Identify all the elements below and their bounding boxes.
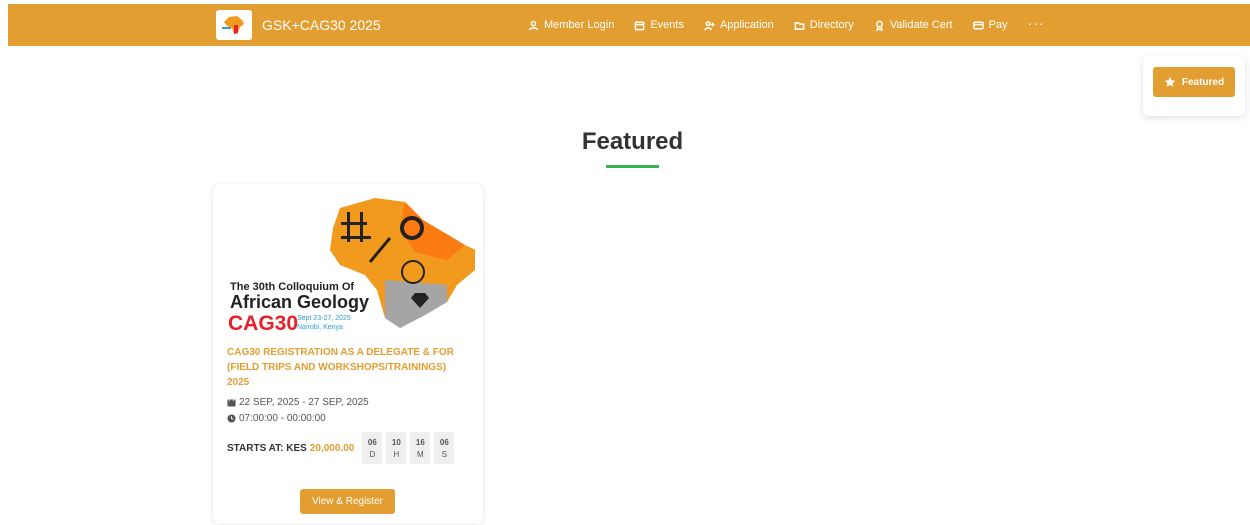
event-date: 22 SEP, 2025 - 27 SEP, 2025	[227, 397, 369, 408]
nav-events[interactable]: Events	[634, 19, 684, 31]
africa-logo-icon	[222, 16, 244, 34]
nav-member-login[interactable]: Member Login	[528, 19, 614, 31]
poster-location: Nairobi, Kenya	[297, 324, 343, 331]
countdown-seconds: 06 S	[434, 432, 455, 464]
nav-events-label: Events	[650, 19, 684, 31]
nav-directory[interactable]: Directory	[794, 19, 854, 31]
price-value: 20,000.00	[309, 442, 355, 454]
user-icon	[528, 20, 539, 30]
countdown-seconds-value: 06	[439, 437, 449, 447]
featured-float-panel: Featured	[1143, 56, 1245, 116]
clock-icon	[227, 414, 236, 423]
africa-map-south	[385, 280, 447, 328]
star-icon	[1164, 76, 1176, 87]
countdown-days-value: 06	[367, 437, 377, 447]
event-title[interactable]: CAG30 REGISTRATION AS A DELEGATE & FOR (…	[227, 345, 467, 390]
brand-logo[interactable]	[216, 10, 252, 40]
poster-dates: Sept 23-27, 2025	[297, 315, 351, 322]
countdown-minutes-value: 16	[415, 437, 425, 447]
event-poster[interactable]: The 30th Colloquium Of African Geology C…	[225, 190, 475, 340]
calendar-icon	[227, 398, 236, 407]
credit-card-icon	[972, 21, 984, 29]
poster-line2: African Geology	[230, 292, 369, 312]
featured-button-label: Featured	[1181, 76, 1225, 88]
nav-menu: Member Login Events Application Director…	[528, 4, 1045, 46]
nav-member-login-label: Member Login	[544, 19, 615, 31]
event-card[interactable]: The 30th Colloquium Of African Geology C…	[213, 184, 483, 524]
nav-pay[interactable]: Pay	[972, 19, 1008, 31]
nav-pay-label: Pay	[988, 19, 1008, 31]
view-register-button[interactable]: View & Register	[300, 489, 395, 514]
nav-application-label: Application	[719, 19, 774, 31]
nav-validate-cert-label: Validate Cert	[889, 19, 953, 31]
countdown-hours-value: 10	[391, 437, 401, 447]
title-underline	[606, 165, 659, 168]
countdown-hours: 10 H	[386, 432, 407, 464]
countdown-minutes: 16 M	[410, 432, 431, 464]
section-title: Featured	[581, 128, 684, 155]
event-date-text: 22 SEP, 2025 - 27 SEP, 2025	[239, 397, 369, 408]
nav-validate-cert[interactable]: Validate Cert	[874, 19, 953, 31]
countdown-hours-unit: H	[393, 449, 400, 459]
nav-application[interactable]: Application	[704, 19, 774, 31]
poster-line3: CAG30	[228, 312, 298, 335]
event-time: 07:00:00 - 00:00:00	[227, 413, 326, 424]
nav-directory-label: Directory	[809, 19, 854, 31]
price-row: STARTS AT: KES 20,000.00 06 D 10 H 16 M …	[227, 432, 458, 464]
brand[interactable]: GSK+CAG30 2025	[216, 10, 381, 40]
event-time-text: 07:00:00 - 00:00:00	[239, 413, 326, 424]
featured-button[interactable]: Featured	[1153, 67, 1235, 97]
countdown-days-unit: D	[369, 449, 376, 459]
user-plus-icon	[704, 20, 715, 30]
price-label: STARTS AT: KES	[227, 442, 307, 454]
brand-title[interactable]: GSK+CAG30 2025	[262, 17, 381, 33]
calendar-icon	[634, 21, 645, 30]
top-navbar: GSK+CAG30 2025 Member Login Events Appli…	[8, 4, 1250, 46]
countdown-days: 06 D	[362, 432, 383, 464]
countdown-seconds-unit: S	[441, 449, 447, 459]
countdown-minutes-unit: M	[416, 449, 424, 459]
more-menu-icon[interactable]: ···	[1028, 15, 1045, 31]
award-icon	[875, 20, 883, 31]
folder-icon	[794, 21, 805, 30]
